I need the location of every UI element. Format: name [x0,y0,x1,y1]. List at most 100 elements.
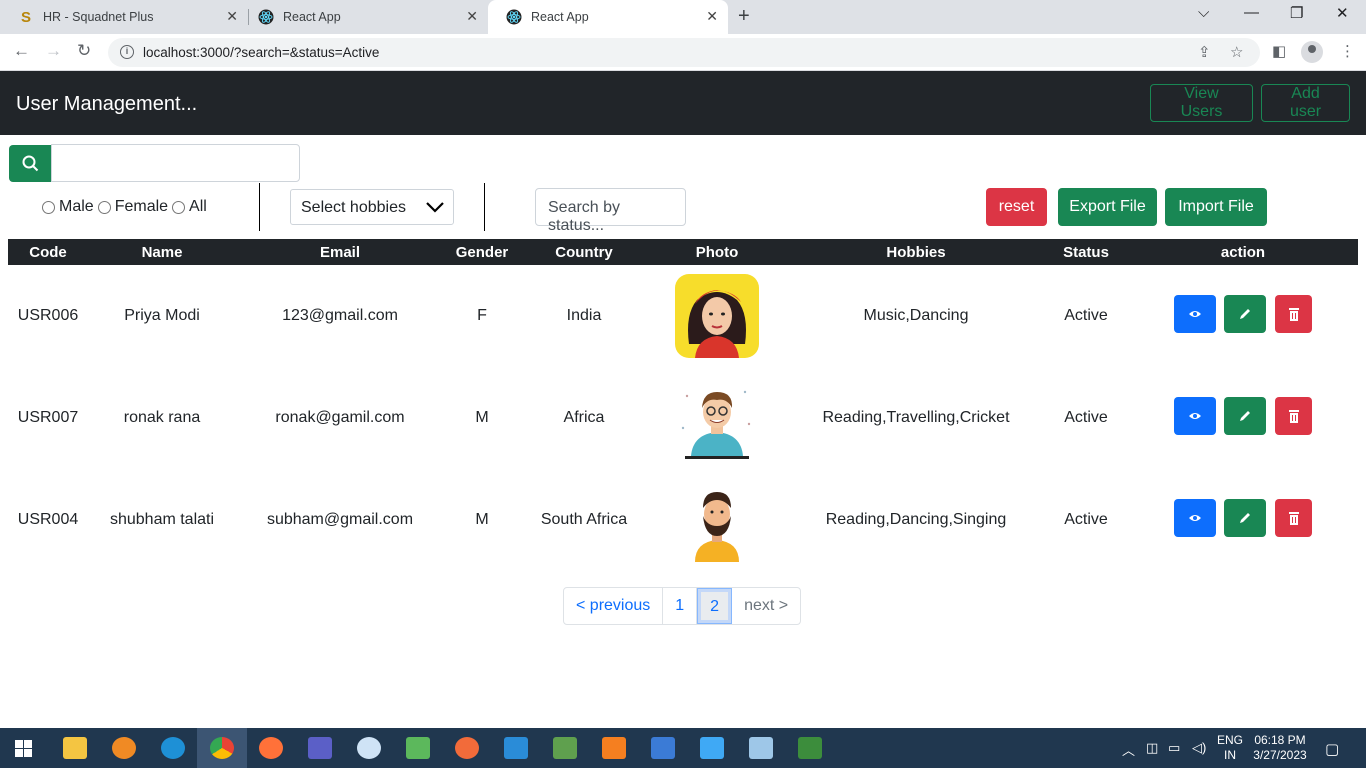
tray-chevron-up-icon[interactable]: ︿ [1122,740,1135,759]
side-panel-icon[interactable]: ◧ [1272,42,1286,60]
pagination: < previous 1 2 next > [563,587,802,625]
pagination-page-2-current[interactable]: 2 [697,588,733,624]
lightning-app-icon[interactable] [700,737,724,759]
site-info-icon[interactable]: i [120,45,134,59]
hobbies-select[interactable]: Select hobbies [290,189,454,225]
reset-button[interactable]: reset [986,188,1047,226]
notepad-plus-icon[interactable] [406,737,430,759]
status-search-input[interactable]: Search by status... [535,188,686,234]
cell-email: 123@gmail.com [282,307,398,324]
language-indicator[interactable]: ENG IN [1217,733,1243,763]
view-button[interactable] [1174,397,1216,435]
column-header-gender: Gender [455,244,509,261]
mail-app-icon[interactable] [357,737,381,759]
search-input[interactable] [51,144,300,182]
xampp-control-icon[interactable] [602,737,626,759]
search-button[interactable] [9,145,51,182]
delete-button[interactable] [1275,295,1312,333]
import-file-button[interactable]: Import File [1165,188,1267,226]
cell-gender: M [475,511,489,528]
tab-search-chevron-icon[interactable]: ⌵ [1198,4,1209,21]
language-code: ENG [1217,733,1244,747]
restore-icon[interactable]: ❐ [1290,4,1303,22]
close-tab-icon[interactable]: ✕ [226,8,238,25]
view-button[interactable] [1174,499,1216,537]
edit-button[interactable] [1224,295,1266,333]
forward-icon[interactable]: → [45,41,62,61]
pagination-page-1[interactable]: 1 [663,588,698,624]
menu-kebab-icon[interactable]: ⋮ [1340,42,1355,60]
cell-hobbies: Reading,Dancing,Singing [825,511,1007,528]
browser-tab-2[interactable]: React App ✕ [240,0,488,34]
cell-country: India [566,307,602,324]
bookmark-star-icon[interactable]: ☆ [1230,43,1243,61]
xampp-app-icon[interactable] [112,737,136,759]
status-search-placeholder: Search by status... [548,199,621,234]
excel-app-icon[interactable] [798,737,822,759]
notification-center-icon[interactable]: ▢ [1325,740,1339,758]
browser-tab-3-active[interactable]: React App ✕ [488,0,728,34]
windows-start-icon[interactable] [15,740,32,757]
network-tool-icon[interactable] [651,737,675,759]
tab-title: HR - Squadnet Plus [43,10,154,24]
vscode-icon[interactable] [504,737,528,759]
new-tab-icon[interactable]: + [738,5,750,28]
pagination-previous[interactable]: < previous [564,588,664,624]
file-explorer-icon[interactable] [63,737,87,759]
cell-status: Active [1064,307,1108,324]
camera-icon[interactable]: ◫ [1146,740,1158,756]
language-region: IN [1224,748,1236,762]
gender-radio-all[interactable] [172,200,186,214]
close-tab-icon[interactable]: ✕ [466,8,478,25]
edit-button[interactable] [1224,397,1266,435]
table-row: USR004 shubham talati subham@gmail.com M… [8,469,1358,571]
notes-app-icon[interactable] [749,737,773,759]
browser-tab-1[interactable]: S HR - Squadnet Plus ✕ [0,0,248,34]
back-icon[interactable]: ← [13,41,30,61]
column-header-country: Country [555,244,613,261]
network-icon[interactable]: ▭ [1168,740,1180,756]
edit-button[interactable] [1224,499,1266,537]
add-user-button[interactable]: Add user [1261,84,1350,122]
volume-icon[interactable]: ◁) [1192,740,1206,756]
firefox-icon[interactable] [259,737,283,759]
address-bar[interactable]: i localhost:3000/?search=&status=Active … [108,38,1260,67]
gender-radio-female[interactable] [97,200,111,214]
minimize-icon[interactable]: — [1244,4,1259,21]
export-file-button[interactable]: Export File [1058,188,1157,226]
edge-browser-icon[interactable] [161,737,185,759]
tab-title: React App [283,10,341,24]
gender-label-female: Female [114,198,169,215]
pagination-next[interactable]: next > [732,588,800,624]
react-favicon-icon [258,9,274,25]
teams-icon[interactable] [308,737,332,759]
cell-hobbies: Music,Dancing [863,307,969,324]
cell-status: Active [1064,511,1108,528]
reload-icon[interactable]: ↻ [77,41,91,61]
close-tab-icon[interactable]: ✕ [706,8,718,25]
view-button[interactable] [1174,295,1216,333]
gender-label-male: Male [59,198,94,215]
browser-toolbar: ← → ↻ i localhost:3000/?search=&status=A… [0,34,1366,71]
delete-button[interactable] [1275,397,1312,435]
app-brand[interactable]: User Management... [16,93,197,116]
view-users-button[interactable]: View Users [1150,84,1253,122]
close-window-icon[interactable]: ✕ [1336,4,1349,22]
share-icon[interactable]: ⇪ [1198,43,1211,61]
clock[interactable]: 06:18 PM 3/27/2023 [1252,733,1308,763]
browser-tab-strip: S HR - Squadnet Plus ✕ React App ✕ React… [0,0,1366,34]
cell-name: Priya Modi [124,307,200,324]
cell-code: USR006 [17,307,79,324]
chrome-browser-icon[interactable] [210,737,234,759]
delete-button[interactable] [1275,499,1312,537]
filter-divider [259,183,260,231]
gender-radio-male[interactable] [42,200,55,214]
clock-time: 06:18 PM [1254,733,1306,747]
cell-hobbies: Reading,Travelling,Cricket [822,409,1010,426]
profile-avatar-icon[interactable] [1301,41,1323,63]
pencil-icon [1240,309,1250,319]
cell-country: Africa [563,409,605,426]
postman-icon[interactable] [455,737,479,759]
nodejs-icon[interactable] [553,737,577,759]
trash-icon [1289,512,1299,525]
